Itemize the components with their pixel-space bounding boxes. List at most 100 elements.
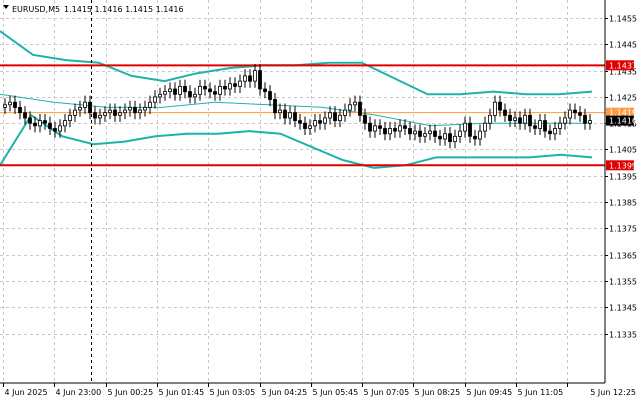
- candle-body: [508, 114, 512, 122]
- candle-body: [43, 120, 47, 124]
- candle-body: [353, 101, 357, 106]
- candle-body: [378, 125, 382, 129]
- candle-body: [398, 125, 402, 132]
- candle-body: [528, 114, 532, 127]
- candle-body: [458, 130, 462, 137]
- candle-body: [268, 91, 272, 100]
- candle-body: [253, 70, 257, 82]
- candle-body: [368, 122, 372, 132]
- candle-body: [503, 109, 507, 116]
- candle-body: [158, 93, 162, 98]
- candle-body: [408, 128, 412, 135]
- time-tick-label: 5 Jun 12:25: [590, 388, 636, 397]
- price-tick-label: 1.1385: [609, 199, 637, 208]
- candle-body: [53, 128, 57, 132]
- candle-body: [78, 107, 82, 111]
- candle-body: [263, 88, 267, 92]
- resistance-price-badge: 1.1437: [609, 61, 637, 70]
- candle-body: [298, 120, 302, 124]
- candle-body: [238, 80, 242, 87]
- candle-body: [573, 109, 577, 114]
- candle-body: [248, 75, 252, 82]
- candle-body: [333, 112, 337, 121]
- support-price-badge: 1.1399: [609, 161, 637, 170]
- price-tick-label: 1.1365: [609, 252, 637, 261]
- candle-body: [413, 130, 417, 135]
- time-tick-label: 5 Jun 00:25: [108, 388, 154, 397]
- candle-body: [18, 107, 22, 114]
- candle-body: [133, 107, 137, 114]
- ohlc-values: 1.1415 1.1416 1.1415 1.1416: [64, 5, 184, 14]
- candle-body: [403, 125, 407, 129]
- candle-body: [138, 109, 142, 114]
- candle-body: [463, 122, 467, 132]
- candle-body: [518, 117, 522, 124]
- time-tick-label: 5 Jun 08:25: [415, 388, 461, 397]
- candle-body: [423, 133, 427, 137]
- price-chart[interactable]: 1.14551.14451.14351.14251.14151.14051.13…: [0, 0, 640, 401]
- time-tick-label: 4 Jun 23:00: [56, 388, 102, 397]
- candle-body: [283, 109, 287, 119]
- time-tick-label: 5 Jun 05:45: [313, 388, 359, 397]
- candle-body: [173, 88, 177, 95]
- candle-body: [233, 83, 237, 87]
- candle-body: [193, 93, 197, 98]
- candle-body: [98, 114, 102, 119]
- candle-body: [483, 122, 487, 132]
- time-tick-label: 5 Jun 11:05: [518, 388, 564, 397]
- candle-body: [123, 109, 127, 114]
- candle-body: [468, 122, 472, 137]
- price-tick-label: 1.1335: [609, 331, 637, 340]
- candle-body: [108, 109, 112, 114]
- candle-body: [383, 128, 387, 135]
- candle-body: [498, 101, 502, 111]
- candle-body: [118, 112, 122, 116]
- candle-body: [533, 125, 537, 129]
- price-tick-label: 1.1405: [609, 146, 637, 155]
- symbol-label: EURUSD,M5: [12, 5, 60, 14]
- candle-body: [543, 120, 547, 132]
- candle-body: [548, 130, 552, 135]
- candle-body: [303, 122, 307, 129]
- price-tick-label: 1.1395: [609, 173, 637, 182]
- candle-body: [338, 114, 342, 122]
- candle-body: [583, 114, 587, 124]
- candle-body: [588, 120, 592, 124]
- candle-body: [388, 128, 392, 135]
- candle-body: [63, 120, 67, 127]
- candle-body: [538, 120, 542, 129]
- candle-body: [178, 86, 182, 95]
- candle-body: [443, 133, 447, 140]
- candle-body: [143, 107, 147, 111]
- candle-body: [168, 88, 172, 92]
- price-tick-label: 1.1345: [609, 304, 637, 313]
- candle-body: [48, 122, 52, 129]
- candle-body: [453, 135, 457, 143]
- candle-body: [113, 109, 117, 116]
- candle-body: [428, 130, 432, 135]
- candle-body: [33, 122, 37, 127]
- candle-body: [208, 88, 212, 92]
- candle-body: [13, 101, 17, 108]
- candle-body: [218, 86, 222, 95]
- candle-body: [358, 101, 362, 116]
- candle-body: [38, 120, 42, 127]
- candle-body: [348, 104, 352, 111]
- candle-body: [103, 112, 107, 116]
- candle-body: [323, 117, 327, 124]
- candle-body: [148, 101, 152, 108]
- candle-body: [243, 75, 247, 82]
- candle-body: [318, 120, 322, 124]
- candle-body: [293, 112, 297, 121]
- price-tick-label: 1.1445: [609, 41, 637, 50]
- candle-body: [373, 125, 377, 132]
- candle-body: [563, 117, 567, 124]
- current-price-badge: 1.1416: [609, 117, 637, 126]
- chart-header: EURUSD,M5 1.1415 1.1416 1.1415 1.1416: [3, 5, 184, 14]
- candle-body: [278, 109, 282, 114]
- candle-body: [513, 117, 517, 121]
- price-tick-label: 1.1455: [609, 15, 637, 24]
- candle-body: [128, 107, 132, 111]
- candle-body: [578, 112, 582, 116]
- candle-body: [418, 130, 422, 137]
